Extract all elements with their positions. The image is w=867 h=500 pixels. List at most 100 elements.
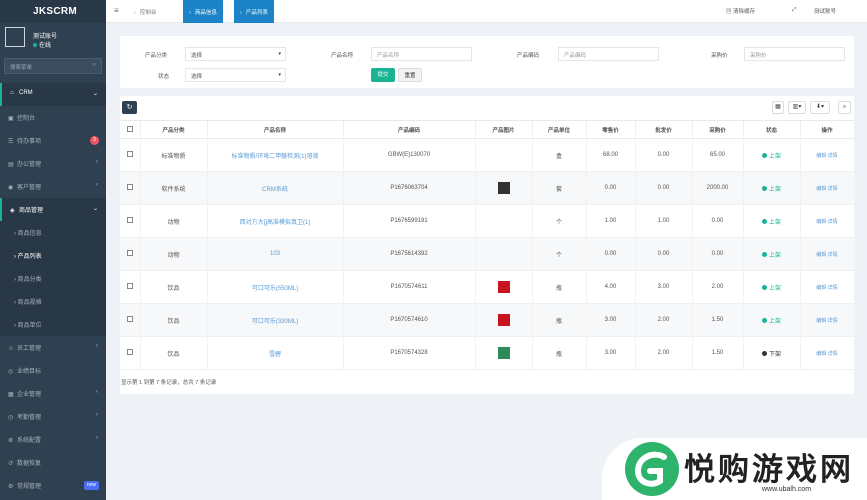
submit-button[interactable]: 提交 [371, 68, 395, 82]
submenu-item[interactable]: › 商品规格 [0, 290, 106, 313]
product-name-link[interactable]: CRM系统 [262, 187, 288, 193]
sidebar-item[interactable]: ⚙ 常规管理 new [0, 474, 106, 497]
product-name-link[interactable]: 103 [270, 251, 280, 257]
hamburger-icon[interactable]: ≡ [114, 6, 119, 15]
product-code-input[interactable]: 产品编码 [558, 47, 659, 61]
product-thumbnail[interactable] [497, 182, 510, 194]
cell-name[interactable]: 可口可乐(550ML) [207, 270, 344, 304]
table-row[interactable]: 软件系统 CRM系统 P1676063704 套 0.00 0.00 2000.00 上架 编辑… [120, 171, 855, 205]
status-select[interactable]: 选择 ▾ [185, 68, 286, 82]
sidebar-item[interactable]: ◉ 客户管理 ‹ [0, 175, 106, 198]
row-actions[interactable]: 编辑 详情 [816, 351, 837, 357]
table-row[interactable]: 饮品 可口可乐(550ML) P1670574611 瓶 4.00 3.00 2.00 上架 编… [120, 270, 855, 304]
row-actions[interactable]: 编辑 详情 [816, 153, 837, 159]
sidebar-item[interactable]: ☺ 员工管理 ‹ [0, 336, 106, 359]
product-name-link[interactable]: 可口可乐(550ML) [252, 286, 298, 292]
row-checkbox[interactable] [120, 171, 141, 205]
column-header[interactable]: 批发价 [635, 120, 693, 139]
row-actions[interactable]: 编辑 详情 [816, 219, 837, 225]
row-checkbox[interactable] [120, 138, 141, 172]
cell-actions[interactable]: 编辑 详情 [800, 138, 855, 172]
reset-button[interactable]: 重置 [398, 68, 422, 82]
submenu-item[interactable]: › 商品单位 [0, 313, 106, 336]
cell-image[interactable] [475, 336, 533, 370]
search-toggle-button[interactable]: ⌕ [838, 101, 851, 114]
product-name-input[interactable]: 产品名称 [371, 47, 472, 61]
product-thumbnail[interactable] [497, 314, 510, 326]
cell-image[interactable] [475, 270, 533, 304]
sidebar-item[interactable]: ◈ 商品管理 ⌄ [0, 198, 106, 221]
column-header[interactable]: 操作 [800, 120, 855, 139]
submenu-item[interactable]: › 商品分类 [0, 267, 106, 290]
column-header[interactable]: 状态 [743, 120, 801, 139]
column-header[interactable]: 产品编码 [343, 120, 476, 139]
cell-actions[interactable]: 编辑 详情 [800, 204, 855, 238]
clear-cache-button[interactable]: ▤ 清除缓存 [726, 7, 755, 15]
sidebar-item[interactable]: ◷ 考勤管理 ‹ [0, 405, 106, 428]
sidebar-item[interactable]: ☰ 待办事项 3 [0, 129, 106, 152]
product-thumbnail[interactable] [497, 281, 510, 293]
table-row[interactable]: 标准物质 标准物质/环境二甲醚检测(1)溶液 GBW(E)130070 盒 68.00 0… [120, 138, 855, 172]
cell-name[interactable]: 可口可乐(330ML) [207, 303, 344, 337]
table-row[interactable]: 饮品 可口可乐(330ML) P1670574610 瓶 3.00 2.00 1.50 上架 编… [120, 303, 855, 337]
cell-image[interactable] [475, 204, 533, 238]
cell-actions[interactable]: 编辑 详情 [800, 303, 855, 337]
select-all-checkbox[interactable] [120, 120, 141, 139]
product-thumbnail[interactable] [497, 347, 510, 359]
sidebar-item[interactable]: ◎ 业绩目标 [0, 359, 106, 382]
cell-name[interactable]: 103 [207, 237, 344, 271]
search-icon[interactable]: ⌕ [93, 62, 96, 69]
submenu-item[interactable]: › 商品信息 [0, 221, 106, 244]
cell-image[interactable] [475, 138, 533, 172]
breadcrumb-product-info[interactable]: ‹ 商品信息 [183, 0, 223, 23]
table-row[interactable]: 饮品 雪碧 P1670574328 瓶 3.00 2.00 1.50 下架 编辑 详情 [120, 336, 855, 370]
purchase-price-input[interactable]: 采购价 [744, 47, 845, 61]
fullscreen-icon[interactable]: ⤢ [792, 7, 796, 14]
row-actions[interactable]: 编辑 详情 [816, 186, 837, 192]
submenu-item[interactable]: › 产品列表 [0, 244, 106, 267]
product-name-link[interactable]: 西对方大[]高准模拟真卫(1) [240, 220, 311, 226]
cell-actions[interactable]: 编辑 详情 [800, 237, 855, 271]
row-checkbox[interactable] [120, 303, 141, 337]
cell-image[interactable] [475, 237, 533, 271]
breadcrumb-product-list[interactable]: ‹ 产品列表 [234, 0, 274, 23]
product-name-link[interactable]: 标准物质/环境二甲醚检测(1)溶液 [231, 154, 318, 160]
sidebar-item[interactable]: ⌂ CRM ⌄ [0, 83, 106, 106]
account-menu[interactable]: 测试账号 [814, 7, 836, 15]
cell-actions[interactable]: 编辑 详情 [800, 336, 855, 370]
cell-actions[interactable]: 编辑 详情 [800, 270, 855, 304]
column-header[interactable]: 产品分类 [140, 120, 208, 139]
row-actions[interactable]: 编辑 详情 [816, 252, 837, 258]
sidebar-item[interactable]: ▤ 办公管理 ‹ [0, 152, 106, 175]
sidebar-item[interactable]: ▦ 企业管理 ‹ [0, 382, 106, 405]
avatar[interactable] [5, 27, 25, 47]
category-select[interactable]: 选择 ▾ [185, 47, 286, 61]
table-row[interactable]: 动物 103 P1675614392 个 0.00 0.00 0.00 上架 编辑 详情 [120, 237, 855, 271]
cell-name[interactable]: 标准物质/环境二甲醚检测(1)溶液 [207, 138, 344, 172]
export-button[interactable]: ⬇▾ [810, 101, 830, 114]
column-header[interactable]: 产品单位 [532, 120, 587, 139]
product-name-link[interactable]: 雪碧 [269, 352, 281, 358]
sidebar-item[interactable]: ⚙ 系统配置 ‹ [0, 428, 106, 451]
sidebar-search-input[interactable]: 搜索菜单 ⌕ [4, 58, 102, 74]
column-header[interactable]: 采购价 [692, 120, 744, 139]
print-button[interactable]: ▦ [772, 101, 784, 114]
sidebar-item[interactable]: ▣ 控制台 [0, 106, 106, 129]
row-checkbox[interactable] [120, 270, 141, 304]
product-name-link[interactable]: 可口可乐(330ML) [252, 319, 298, 325]
cell-image[interactable] [475, 303, 533, 337]
refresh-button[interactable]: ↻ [122, 101, 137, 114]
column-header[interactable]: 零售价 [586, 120, 636, 139]
cell-name[interactable]: 西对方大[]高准模拟真卫(1) [207, 204, 344, 238]
column-header[interactable]: 产品图片 [475, 120, 533, 139]
row-actions[interactable]: 编辑 详情 [816, 318, 837, 324]
cell-name[interactable]: CRM系统 [207, 171, 344, 205]
row-checkbox[interactable] [120, 336, 141, 370]
cell-name[interactable]: 雪碧 [207, 336, 344, 370]
cell-image[interactable] [475, 171, 533, 205]
table-row[interactable]: 动物 西对方大[]高准模拟真卫(1) P1676599191 个 1.00 1.00 0.0… [120, 204, 855, 238]
row-checkbox[interactable] [120, 237, 141, 271]
sidebar-item[interactable]: ↺ 数据恢复 [0, 451, 106, 474]
row-actions[interactable]: 编辑 详情 [816, 285, 837, 291]
columns-button[interactable]: ▥▾ [788, 101, 806, 114]
